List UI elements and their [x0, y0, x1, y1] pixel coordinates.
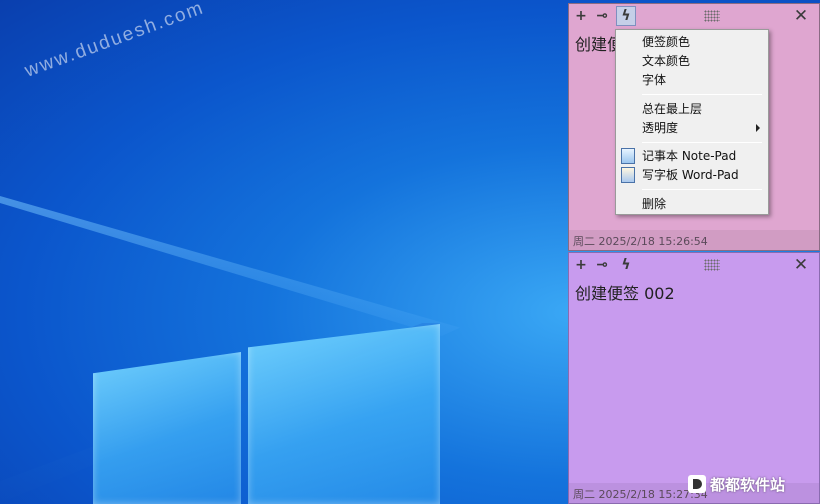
- menu-item-text-color[interactable]: 文本颜色: [616, 52, 768, 70]
- light-ray: [0, 196, 460, 336]
- menu-separator: [642, 189, 762, 190]
- wordpad-icon: [621, 167, 635, 183]
- menu-separator: [642, 142, 762, 143]
- menu-item-delete[interactable]: 删除: [616, 195, 768, 213]
- close-icon[interactable]: ✕: [791, 6, 811, 26]
- submenu-arrow-icon: [756, 124, 760, 132]
- menu-item-label: 记事本 Note-Pad: [642, 149, 737, 163]
- sticky-note-2[interactable]: + ⊸ ϟ ✕ 创建便签 002 周二 2025/2/18 15:27:34: [568, 252, 820, 504]
- note-toolbar: + ⊸ ϟ ✕: [569, 4, 819, 28]
- menu-item-always-on-top[interactable]: 总在最上层: [616, 100, 768, 118]
- menu-separator: [642, 94, 762, 95]
- menu-item-notepad[interactable]: 记事本 Note-Pad: [616, 147, 768, 165]
- note-text[interactable]: 创建便签 002: [575, 280, 675, 304]
- note-toolbar: + ⊸ ϟ ✕: [569, 253, 819, 277]
- menu-item-label: 写字板 Word-Pad: [642, 168, 739, 182]
- pin-icon[interactable]: ⊸: [592, 255, 612, 275]
- menu-item-wordpad[interactable]: 写字板 Word-Pad: [616, 166, 768, 184]
- menu-item-label: 透明度: [642, 121, 679, 135]
- menu-item-transparency[interactable]: 透明度: [616, 119, 768, 137]
- context-menu: 便签颜色 文本颜色 字体 总在最上层 透明度 记事本 Note-Pad 写字板 …: [615, 29, 769, 215]
- brand-logo-icon: [688, 475, 706, 493]
- brand-name: 都都软件站: [710, 475, 786, 494]
- pin-icon[interactable]: ⊸: [592, 6, 612, 26]
- menu-lightning-icon[interactable]: ϟ: [616, 6, 636, 26]
- watermark-url: www.duduesh.com: [22, 0, 208, 82]
- add-icon[interactable]: +: [571, 255, 591, 275]
- windows-logo-pane-left: [93, 352, 241, 504]
- menu-item-note-color[interactable]: 便签颜色: [616, 33, 768, 51]
- note-timestamp: 周二 2025/2/18 15:26:54: [569, 230, 819, 250]
- notepad-icon: [621, 148, 635, 164]
- drag-grip-icon[interactable]: [704, 259, 720, 271]
- menu-item-font[interactable]: 字体: [616, 71, 768, 89]
- close-icon[interactable]: ✕: [791, 255, 811, 275]
- windows-logo-pane-right: [248, 324, 440, 504]
- add-icon[interactable]: +: [571, 6, 591, 26]
- drag-grip-icon[interactable]: [704, 10, 720, 22]
- brand-watermark: 都都软件站: [688, 472, 785, 496]
- menu-lightning-icon[interactable]: ϟ: [616, 255, 636, 275]
